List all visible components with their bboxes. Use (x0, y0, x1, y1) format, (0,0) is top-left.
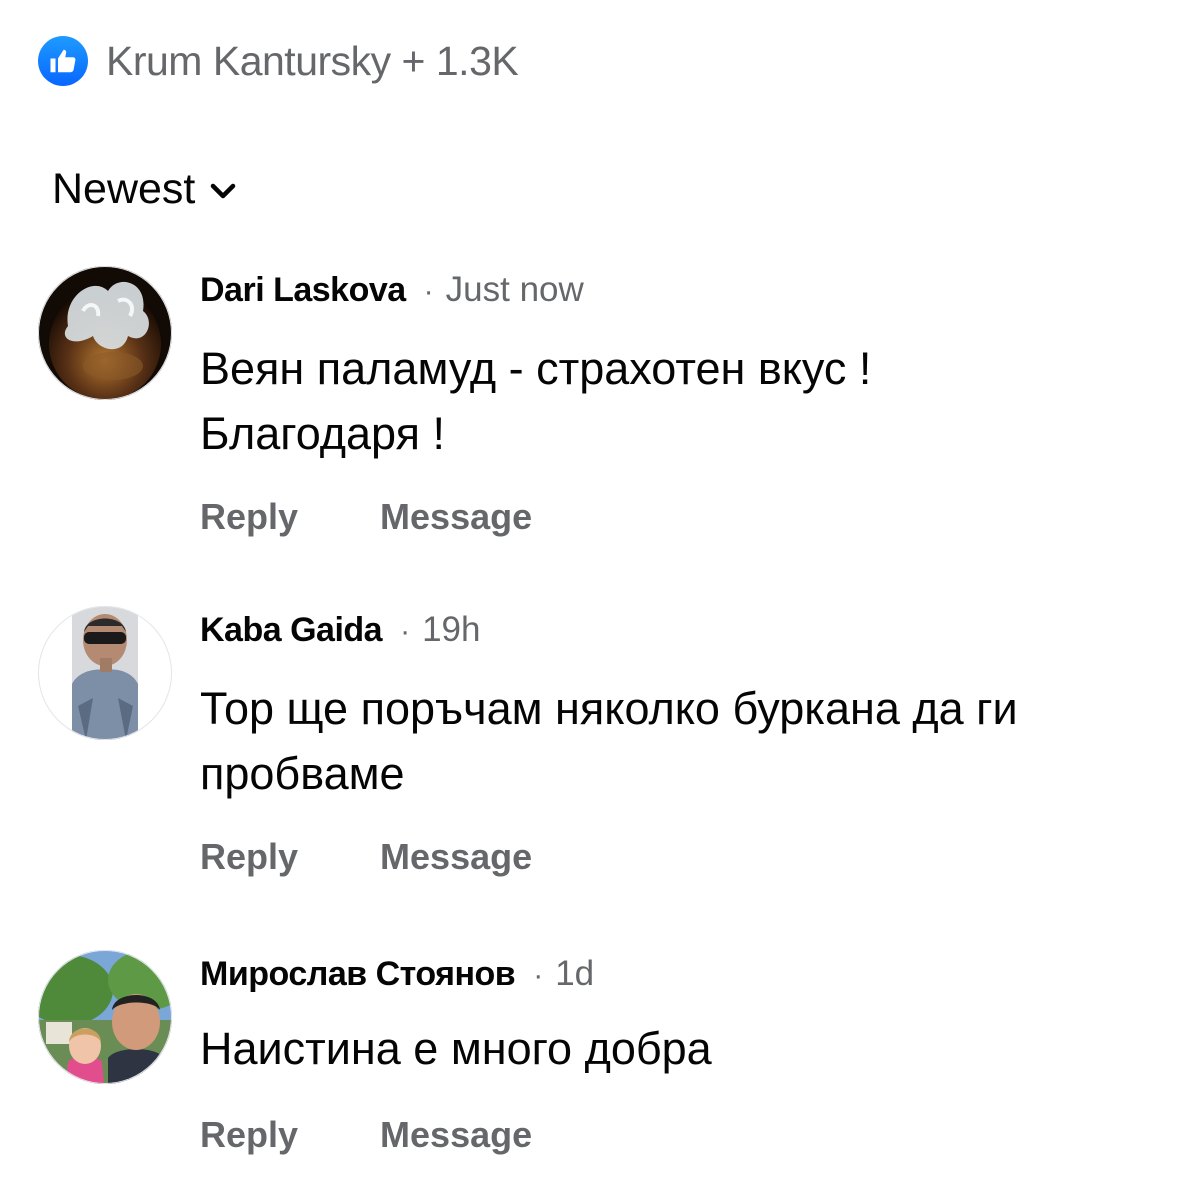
comment-actions: Reply Message (200, 1114, 532, 1156)
comment-item: Dari Laskova · Just now Веян паламуд - с… (38, 266, 1188, 556)
comment-timestamp[interactable]: 1d (555, 954, 594, 994)
message-button[interactable]: Message (380, 836, 532, 878)
comment-header: Kaba Gaida · 19h (200, 610, 480, 650)
sort-label: Newest (52, 164, 196, 213)
comment-actions: Reply Message (200, 836, 532, 878)
avatar[interactable] (38, 266, 172, 400)
comment-header: Dari Laskova · Just now (200, 270, 584, 310)
comment-actions: Reply Message (200, 496, 532, 538)
reactions-summary[interactable]: Krum Kantursky + 1.3K (38, 36, 519, 86)
message-button[interactable]: Message (380, 496, 532, 538)
comment-sort-dropdown[interactable]: Newest (52, 160, 237, 218)
comment-text: Тор ще поръчам няколко буркана да ги про… (200, 683, 1018, 799)
comment-author[interactable]: Мирослав Стоянов (200, 955, 516, 994)
avatar[interactable] (38, 950, 172, 1084)
separator-dot: · (423, 275, 434, 308)
comment-header: Мирослав Стоянов · 1d (200, 954, 594, 994)
comment-author[interactable]: Kaba Gaida (200, 611, 383, 650)
thumbs-up-icon (38, 36, 88, 86)
comment-author[interactable]: Dari Laskova (200, 271, 406, 310)
message-button[interactable]: Message (380, 1114, 532, 1156)
reply-button[interactable]: Reply (200, 1114, 298, 1156)
avatar[interactable] (38, 606, 172, 740)
comment-item: Мирослав Стоянов · 1d Наистина е много д… (38, 950, 1188, 1170)
reply-button[interactable]: Reply (200, 496, 298, 538)
chevron-down-icon (211, 183, 236, 199)
reply-button[interactable]: Reply (200, 836, 298, 878)
comment-text: Веян паламуд - страхотен вкус ! Благодар… (200, 343, 872, 459)
separator-dot: · (400, 615, 411, 648)
separator-dot: · (533, 959, 544, 992)
comment-text: Наистина е много добра (200, 1023, 712, 1074)
reactions-count-label: Krum Kantursky + 1.3K (106, 37, 519, 84)
comment-timestamp[interactable]: Just now (446, 270, 584, 310)
comment-timestamp[interactable]: 19h (422, 610, 480, 650)
comment-item: Kaba Gaida · 19h Тор ще поръчам няколко … (38, 606, 1188, 896)
